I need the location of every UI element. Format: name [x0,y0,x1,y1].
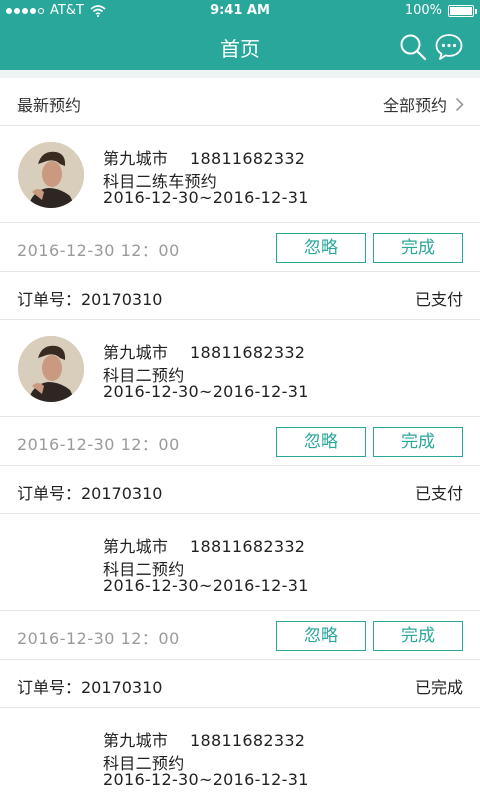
city-phone-line: 第九城市 18811682332 [103,145,305,169]
phone: 18811682332 [190,731,306,750]
section-title: 最新预约 [17,96,82,115]
appointment-card: 第九城市 18811682332 科目二预约 2016-12-30~2016-12… [0,514,480,708]
appointment-card: 第九城市 18811682332 科目二预约 2016-12-30~2016-12… [0,320,480,514]
time-row: 2016-12-30 12：00 忽略 完成 [0,417,480,466]
order-status: 已支付 [414,290,463,309]
complete-button[interactable]: 完成 [373,233,463,263]
city: 第九城市 [103,343,169,362]
latest-appointments-header: 最新预约 全部预约 [0,78,480,126]
appointment-card: 第九城市 18811682332 科目二预约 2016-12-30~2016-12… [0,708,480,800]
timestamp: 2016-12-30 12：00 [17,629,180,648]
city-phone-line: 第九城市 18811682332 [103,533,305,557]
order-number: 订单号：20170310 [17,678,163,697]
date-range: 2016-12-30~2016-12-31 [103,770,309,789]
chat-icon[interactable] [434,32,464,62]
date-range: 2016-12-30~2016-12-31 [103,576,309,595]
header-shadow [0,70,480,78]
order-row: 订单号：20170310 已完成 [0,660,480,708]
appointment-info[interactable]: 第九城市 18811682332 科目二预约 2016-12-30~2016-12… [0,708,480,800]
order-status: 已支付 [414,484,463,503]
header-bar: AT&T 9:41 AM 100% 首页 [0,0,480,70]
order-status: 已完成 [414,678,463,697]
ignore-button[interactable]: 忽略 [276,427,366,457]
chevron-right-icon [455,97,464,111]
timestamp: 2016-12-30 12：00 [17,241,180,260]
phone: 18811682332 [190,343,306,362]
avatar [18,142,84,208]
phone: 18811682332 [190,149,306,168]
city: 第九城市 [103,731,169,750]
phone: 18811682332 [190,537,306,556]
complete-button[interactable]: 完成 [373,621,463,651]
city-phone-line: 第九城市 18811682332 [103,727,305,751]
order-number: 订单号：20170310 [17,484,163,503]
city: 第九城市 [103,537,169,556]
ignore-button[interactable]: 忽略 [276,621,366,651]
all-appointments-label: 全部预约 [382,96,447,115]
city: 第九城市 [103,149,169,168]
search-icon[interactable] [398,32,428,62]
status-right: 100% [404,3,477,18]
all-appointments-link[interactable]: 全部预约 [383,92,464,116]
time-row: 2016-12-30 12：00 忽略 完成 [0,611,480,660]
avatar [18,336,84,402]
date-range: 2016-12-30~2016-12-31 [103,188,309,207]
order-row: 订单号：20170310 已支付 [0,272,480,320]
city-phone-line: 第九城市 18811682332 [103,339,305,363]
complete-button[interactable]: 完成 [373,427,463,457]
battery-label: 100% [404,3,442,18]
timestamp: 2016-12-30 12：00 [17,435,180,454]
time-row: 2016-12-30 12：00 忽略 完成 [0,223,480,272]
status-bar: AT&T 9:41 AM 100% [0,0,480,22]
ignore-button[interactable]: 忽略 [276,233,366,263]
appointment-card: 第九城市 18811682332 科目二练车预约 2016-12-30~2016-… [0,126,480,320]
appointment-info[interactable]: 第九城市 18811682332 科目二预约 2016-12-30~2016-12… [0,514,480,611]
order-number: 订单号：20170310 [17,290,163,309]
date-range: 2016-12-30~2016-12-31 [103,382,309,401]
appointment-info[interactable]: 第九城市 18811682332 科目二预约 2016-12-30~2016-12… [0,320,480,417]
appointment-info[interactable]: 第九城市 18811682332 科目二练车预约 2016-12-30~2016-… [0,126,480,223]
battery-icon [448,4,477,17]
order-row: 订单号：20170310 已支付 [0,466,480,514]
